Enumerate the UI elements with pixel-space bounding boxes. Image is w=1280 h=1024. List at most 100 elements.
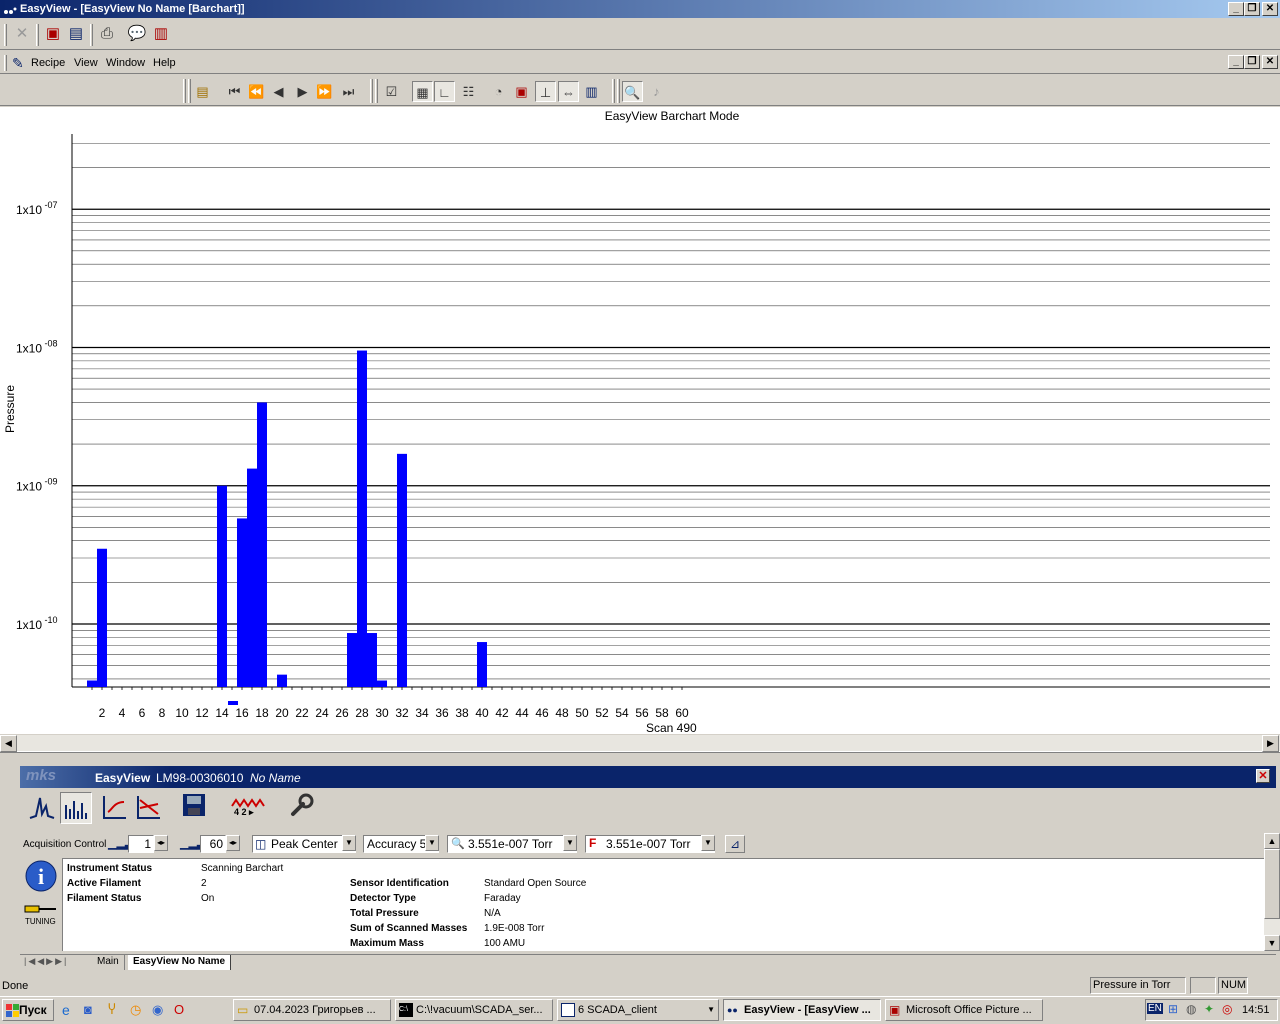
print-icon[interactable]: ⎙: [96, 23, 118, 45]
tray-shield-icon[interactable]: ✦: [1204, 1002, 1214, 1016]
menu-window[interactable]: Window: [106, 57, 145, 69]
scan-setup-icon[interactable]: 4 2 ▸: [228, 792, 268, 824]
quicklaunch-ie-icon[interactable]: e: [62, 1002, 70, 1018]
network-icon[interactable]: ▤: [65, 23, 87, 45]
mode-dropdown-arrow[interactable]: ▼: [342, 835, 356, 851]
previous-scan-icon[interactable]: ◀: [268, 81, 289, 102]
x-tick-label: 48: [555, 706, 569, 720]
task-picture-manager[interactable]: ▣ Microsoft Office Picture ...: [885, 999, 1043, 1021]
end-mass-field[interactable]: 60: [200, 835, 226, 853]
zoom-icon[interactable]: 🔍: [622, 81, 643, 102]
save-icon[interactable]: [178, 792, 210, 824]
tab-easyview-no-name[interactable]: EasyView No Name: [128, 955, 232, 970]
scroll-thumb[interactable]: [1264, 849, 1280, 919]
menu-grip[interactable]: [4, 55, 7, 71]
zoom-range-icon[interactable]: ⇔: [558, 81, 579, 102]
task-scada-client[interactable]: 6 SCADA_client ▼: [557, 999, 719, 1021]
fast-forward-icon[interactable]: ⏩: [314, 81, 335, 102]
microphone-icon[interactable]: ♪: [646, 81, 667, 102]
quicklaunch-clock-icon[interactable]: ◷: [130, 1002, 141, 1018]
start-mass-field[interactable]: 1: [128, 835, 154, 853]
child-close-button[interactable]: ✕: [1262, 55, 1278, 69]
horizontal-scrollbar[interactable]: ◀ ▶: [0, 734, 1280, 752]
first-scan-icon[interactable]: ⏮: [224, 81, 245, 102]
close-button[interactable]: ✕: [1262, 2, 1278, 16]
pressure2-select[interactable]: 3.551e-007 Torr: [585, 835, 715, 853]
instrument-icon[interactable]: ▣: [42, 23, 64, 45]
comment-icon[interactable]: 💬: [126, 23, 148, 45]
barchart-icon[interactable]: ▥: [581, 81, 602, 102]
quicklaunch-desktop-icon[interactable]: ◙: [84, 1002, 92, 1017]
grid-toggle-icon[interactable]: ▦: [412, 81, 433, 102]
menu-recipe[interactable]: Recipe: [31, 57, 65, 69]
start-mass-spinner[interactable]: ◂▸: [154, 835, 168, 851]
wrench-icon[interactable]: [286, 792, 318, 824]
child-restore-button[interactable]: ❐: [1244, 55, 1260, 69]
report-icon[interactable]: ▥: [150, 23, 172, 45]
task-cmd[interactable]: C:\ C:\!vacuum\SCADA_ser...: [395, 999, 553, 1021]
tuning-icon[interactable]: [24, 904, 58, 914]
peak-jump-mode-icon[interactable]: [98, 792, 130, 824]
table-icon[interactable]: ☷: [458, 81, 479, 102]
tab-navigation-arrows[interactable]: |◀◀▶▶|: [24, 956, 68, 967]
toolbar-grip[interactable]: [4, 24, 7, 46]
tray-network-icon[interactable]: ⊞: [1168, 1002, 1178, 1016]
axis-toggle-icon[interactable]: ∟: [434, 81, 455, 102]
chart-settings-icon[interactable]: ⊿: [725, 835, 745, 853]
bar: [247, 468, 257, 687]
start-button[interactable]: Пуск: [2, 999, 54, 1021]
ruler-icon[interactable]: ⊥: [535, 81, 556, 102]
trend-mode-icon[interactable]: [132, 792, 164, 824]
splitter[interactable]: [0, 752, 1280, 764]
pressure2-value: 3.551e-007 Torr: [606, 837, 691, 851]
menu-view[interactable]: View: [74, 57, 98, 69]
quicklaunch-media-icon[interactable]: ◉: [152, 1002, 163, 1018]
barchart-mode-icon[interactable]: [60, 792, 92, 824]
task-easyview[interactable]: ●● EasyView - [EasyView ...: [723, 999, 881, 1021]
tray-app-icon[interactable]: ◍: [1186, 1002, 1196, 1016]
end-mass-spinner[interactable]: ◂▸: [226, 835, 240, 851]
accuracy-dropdown-arrow[interactable]: ▼: [425, 835, 439, 851]
panel-vertical-scrollbar[interactable]: ▲ ▼: [1264, 833, 1280, 951]
task-folder[interactable]: ▭ 07.04.2023 Григорьев ...: [233, 999, 391, 1021]
spectrum-mode-icon[interactable]: [26, 792, 58, 824]
child-minimize-button[interactable]: _: [1228, 55, 1244, 69]
last-scan-icon[interactable]: ⏭: [338, 81, 359, 102]
y-tick-label: 1x10 -10: [16, 615, 58, 632]
quicklaunch-opera-icon[interactable]: O: [174, 1002, 184, 1017]
pressure1-dropdown-arrow[interactable]: ▼: [563, 835, 577, 851]
menu-help[interactable]: Help: [153, 57, 176, 69]
x-tick-label: 56: [635, 706, 649, 720]
report-icon[interactable]: ▣: [511, 81, 532, 102]
x-tick-label: 4: [119, 706, 126, 720]
properties-icon[interactable]: ☑: [381, 81, 402, 102]
info-icon[interactable]: i: [23, 858, 59, 894]
scroll-document-icon[interactable]: ▤: [192, 81, 213, 102]
next-scan-icon[interactable]: ▶: [292, 81, 313, 102]
x-tick-label: 30: [375, 706, 389, 720]
disconnect-icon[interactable]: ✕: [11, 23, 33, 45]
restore-button[interactable]: ❐: [1244, 2, 1260, 16]
instrument-status-value: Scanning Barchart: [201, 863, 284, 874]
scroll-up-button[interactable]: ▲: [1264, 833, 1280, 849]
scroll-down-button[interactable]: ▼: [1264, 935, 1280, 951]
pressure2-dropdown-arrow[interactable]: ▼: [701, 835, 715, 851]
bar: [97, 548, 107, 687]
bar: [377, 680, 387, 687]
rewind-icon[interactable]: ⏪: [246, 81, 267, 102]
tab-main[interactable]: Main: [92, 955, 125, 970]
tray-antivirus-icon[interactable]: ◎: [1222, 1002, 1232, 1016]
quicklaunch-app-icon[interactable]: Ⴤ: [108, 1002, 116, 1018]
scroll-right-button[interactable]: ▶: [1262, 735, 1279, 752]
pie-icon[interactable]: ◔: [488, 81, 509, 102]
toolbar-grip[interactable]: [183, 79, 186, 103]
minimize-button[interactable]: _: [1228, 2, 1244, 16]
scroll-left-button[interactable]: ◀: [0, 735, 17, 752]
pressure1-select[interactable]: 3.551e-007 Torr: [447, 835, 577, 853]
panel-close-button[interactable]: ✕: [1256, 769, 1270, 783]
mode-select[interactable]: Peak Center: [252, 835, 356, 853]
console-icon: C:\: [399, 1003, 413, 1017]
mks-logo: mks: [26, 767, 57, 784]
language-indicator[interactable]: EN: [1147, 1003, 1163, 1014]
x-tick-label: 10: [175, 706, 189, 720]
